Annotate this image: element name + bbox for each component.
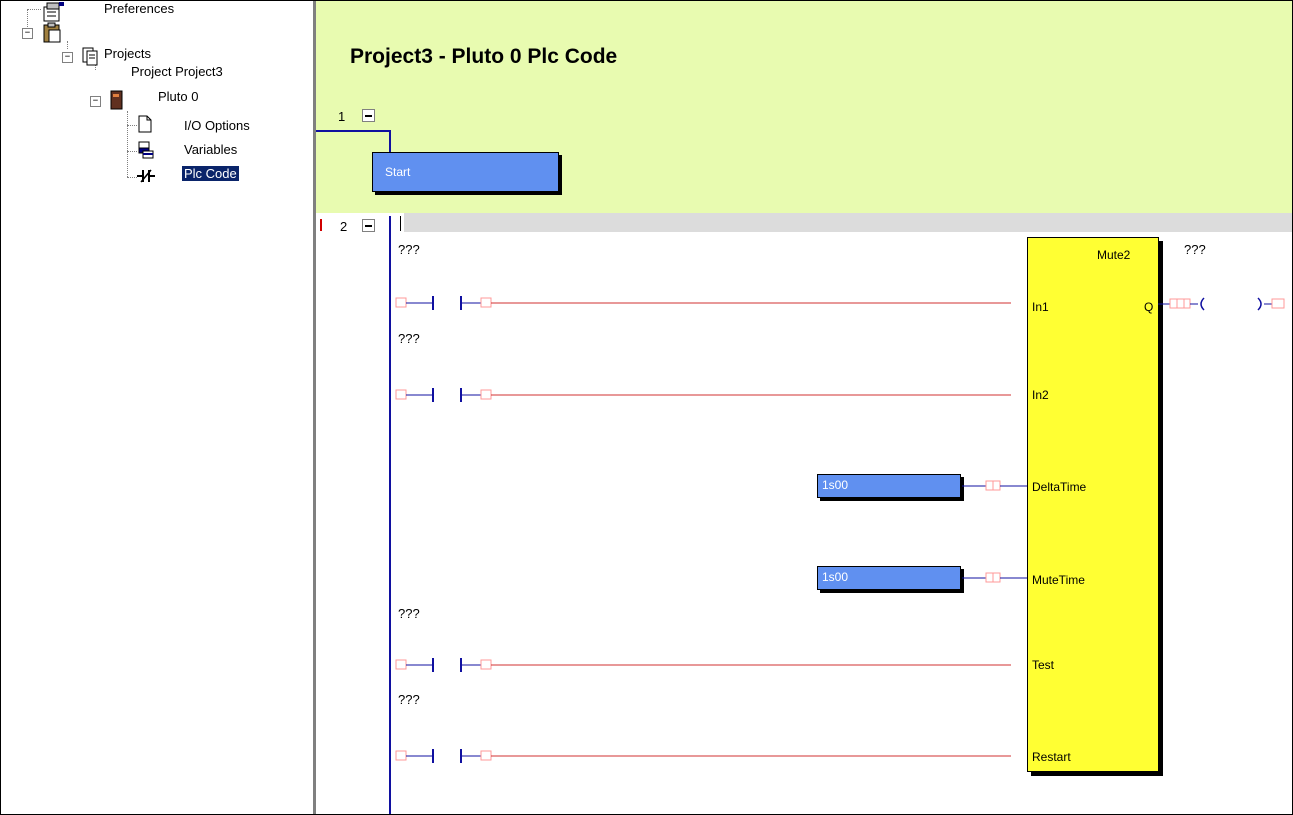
rung-2-bar — [404, 213, 1292, 232]
constant-delta-time[interactable]: 1s00 — [817, 474, 961, 498]
tree-item-label: Preferences — [104, 1, 175, 16]
plc-code-editor[interactable]: Project3 - Pluto 0 Plc Code 1 Start 2 ??… — [316, 1, 1292, 814]
page-title: Project3 - Pluto 0 Plc Code — [350, 45, 618, 68]
function-block-mute2[interactable]: Mute2 In1 In2 DeltaTime MuteTime Test Re… — [1027, 237, 1159, 772]
rung-collapse-button[interactable] — [362, 219, 375, 232]
tree-connector — [127, 151, 137, 152]
selected-label: Plc Code — [182, 166, 239, 181]
tree-item-label: I/O Options — [184, 118, 250, 133]
variables-icon — [138, 141, 154, 159]
window: Preferences − Projects − Project Project… — [0, 0, 1293, 815]
collapse-toggle[interactable]: − — [22, 28, 33, 39]
input-pin-restart[interactable]: Restart — [1032, 750, 1071, 764]
tree-item-variables[interactable] — [137, 140, 155, 160]
contact-restart[interactable] — [391, 748, 1031, 764]
constant-mute-time[interactable]: 1s00 — [817, 566, 961, 590]
output-coil[interactable] — [1158, 295, 1292, 313]
contact-test[interactable] — [391, 657, 1031, 673]
rung-number: 2 — [340, 219, 348, 234]
tree-item-projects[interactable] — [41, 21, 65, 45]
input-pin-in1[interactable]: In1 — [1032, 300, 1049, 314]
project-tree: Preferences − Projects − Project Project… — [1, 1, 301, 814]
wire-mute-time — [962, 572, 1028, 583]
input-pin-test[interactable]: Test — [1032, 658, 1054, 672]
rung-collapse-button[interactable] — [362, 109, 375, 122]
contact-icon — [137, 169, 155, 183]
contact-label: ??? — [398, 606, 420, 621]
wire-delta-time — [962, 480, 1028, 491]
tree-item-label: Pluto 0 — [158, 89, 199, 104]
output-pin-q[interactable]: Q — [1144, 300, 1153, 314]
tree-connector — [127, 177, 137, 178]
tree-item-label: Projects — [104, 46, 151, 61]
tree-connector — [127, 111, 128, 177]
text-cursor — [400, 216, 401, 231]
contact-in2[interactable] — [391, 387, 1031, 403]
input-pin-in2[interactable]: In2 — [1032, 388, 1049, 402]
input-pin-delta-time[interactable]: DeltaTime — [1032, 480, 1086, 494]
constant-value: 1s00 — [822, 570, 849, 584]
plc-device-icon — [110, 90, 123, 110]
start-block[interactable]: Start — [372, 152, 559, 192]
tree-item-label: Variables — [184, 142, 238, 157]
power-rail — [389, 130, 391, 152]
tree-item-preferences[interactable] — [41, 1, 67, 23]
constant-value: 1s00 — [822, 478, 849, 492]
project-icon — [82, 47, 98, 66]
document-icon — [138, 115, 152, 133]
splitter-gap — [301, 1, 313, 814]
tree-connector — [27, 9, 41, 10]
rung-marker — [320, 219, 322, 231]
function-block-name: Mute2 — [1097, 248, 1131, 262]
power-rail-top — [316, 130, 390, 132]
output-label: ??? — [1184, 242, 1206, 257]
tree-connector — [67, 41, 68, 49]
contact-in1[interactable] — [391, 295, 1031, 311]
tree-connector — [127, 125, 137, 126]
clipboard-icon — [43, 22, 61, 43]
contact-label: ??? — [398, 331, 420, 346]
tree-item-project3[interactable] — [81, 45, 103, 67]
collapse-toggle[interactable]: − — [90, 96, 101, 107]
rung-number: 1 — [338, 109, 346, 124]
contact-label: ??? — [398, 242, 420, 257]
tree-item-label: Project Project3 — [131, 64, 223, 79]
contact-label: ??? — [398, 692, 420, 707]
tree-item-io-options[interactable] — [137, 114, 153, 134]
input-pin-mute-time[interactable]: MuteTime — [1032, 573, 1085, 587]
start-block-label: Start — [385, 165, 411, 179]
collapse-toggle[interactable]: − — [62, 52, 73, 63]
tree-item-pluto0[interactable] — [109, 89, 125, 111]
preferences-icon — [43, 2, 64, 22]
tree-item-label-selected: Plc Code — [182, 166, 239, 181]
tree-item-plc-code[interactable] — [137, 167, 155, 184]
